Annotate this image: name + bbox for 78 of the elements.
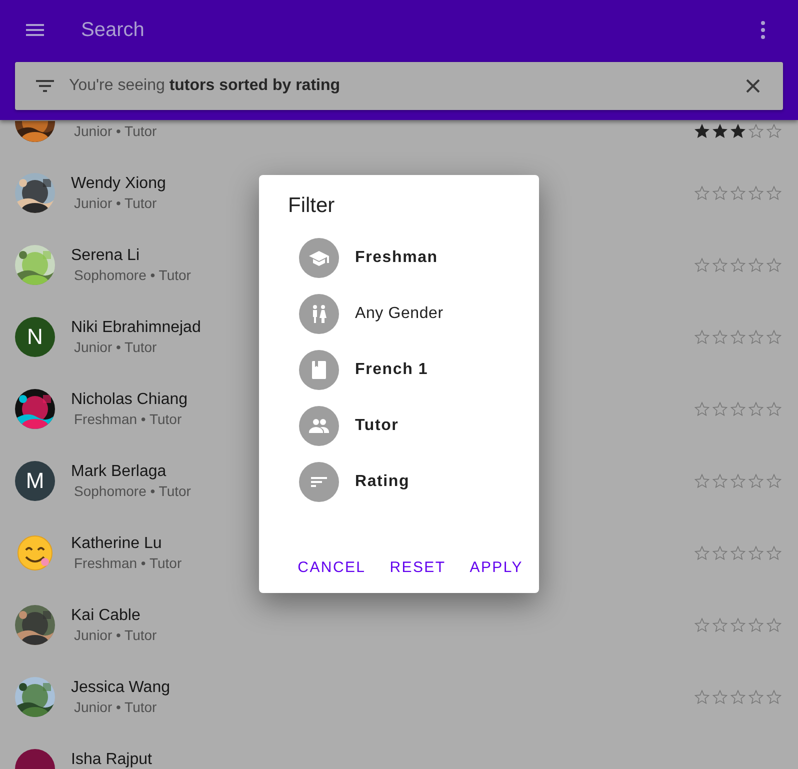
- dialog-button[interactable]: APPLY: [462, 549, 531, 585]
- tutor-details: Junior • Tutor: [73, 627, 157, 644]
- empty-star-icon: [766, 329, 782, 345]
- tutor-details: Sophomore • Tutor: [73, 267, 191, 284]
- empty-star-icon: [730, 617, 746, 633]
- empty-star-icon: [766, 473, 782, 489]
- filled-star-icon: [694, 123, 710, 139]
- empty-star-icon: [694, 329, 710, 345]
- empty-star-icon: [694, 473, 710, 489]
- filter-option[interactable]: Rating: [355, 473, 410, 491]
- empty-star-icon: [766, 123, 782, 139]
- empty-star-icon: [766, 401, 782, 417]
- empty-star-icon: [766, 185, 782, 201]
- empty-star-icon: [712, 401, 728, 417]
- empty-star-icon: [694, 401, 710, 417]
- tutor-details: Junior • Tutor: [73, 195, 157, 212]
- empty-star-icon: [766, 689, 782, 705]
- tutor-details: Sophomore • Tutor: [73, 483, 191, 500]
- empty-star-icon: [748, 185, 764, 201]
- tutor-name: Serena Li: [71, 246, 140, 265]
- empty-star-icon: [712, 473, 728, 489]
- tutor-name: Kai Cable: [71, 606, 140, 625]
- search-summary: You're seeing tutors sorted by rating: [69, 77, 342, 95]
- empty-star-icon: [730, 401, 746, 417]
- app-title: Search: [81, 18, 146, 42]
- empty-star-icon: [748, 329, 764, 345]
- empty-star-icon: [766, 545, 782, 561]
- empty-star-icon: [712, 329, 728, 345]
- letter-avatar: N: [15, 317, 55, 357]
- tutor-name: Nicholas Chiang: [71, 390, 188, 409]
- empty-star-icon: [766, 257, 782, 273]
- tutor-name: Katherine Lu: [71, 534, 162, 553]
- letter-avatar: M: [15, 461, 55, 501]
- empty-star-icon: [748, 689, 764, 705]
- empty-star-icon: [712, 545, 728, 561]
- empty-star-icon: [730, 185, 746, 201]
- empty-star-icon: [694, 185, 710, 201]
- empty-star-icon: [694, 689, 710, 705]
- empty-star-icon: [766, 617, 782, 633]
- empty-star-icon: [748, 257, 764, 273]
- empty-star-icon: [748, 473, 764, 489]
- tutor-name: Mark Berlaga: [71, 462, 166, 481]
- tutor-details: Freshman • Tutor: [73, 555, 182, 572]
- tutor-details: Junior • Tutor: [73, 339, 157, 356]
- empty-star-icon: [712, 185, 728, 201]
- empty-star-icon: [730, 329, 746, 345]
- filter-option[interactable]: French 1: [355, 361, 428, 379]
- empty-star-icon: [730, 473, 746, 489]
- tutor-name: Isha Rajput: [71, 750, 152, 769]
- tutor-name: Wendy Xiong: [71, 174, 166, 193]
- tutor-name: Niki Ebrahimnejad: [71, 318, 201, 337]
- empty-star-icon: [712, 617, 728, 633]
- search-bar[interactable]: You're seeing tutors sorted by rating: [15, 62, 783, 110]
- empty-star-icon: [730, 545, 746, 561]
- tutor-details: Junior • Tutor: [73, 699, 157, 716]
- empty-star-icon: [730, 257, 746, 273]
- empty-star-icon: [748, 401, 764, 417]
- empty-star-icon: [748, 617, 764, 633]
- filled-star-icon: [712, 123, 728, 139]
- empty-star-icon: [712, 689, 728, 705]
- tutor-details: Junior • Tutor: [73, 123, 157, 140]
- dialog-button[interactable]: CANCEL: [290, 549, 374, 585]
- filled-star-icon: [730, 123, 746, 139]
- empty-star-icon: [694, 545, 710, 561]
- filter-option[interactable]: Freshman: [355, 249, 438, 267]
- filter-option[interactable]: Any Gender: [355, 305, 444, 323]
- empty-star-icon: [730, 689, 746, 705]
- empty-star-icon: [748, 545, 764, 561]
- dialog-title: Filter: [288, 194, 335, 218]
- empty-star-icon: [694, 617, 710, 633]
- filter-option[interactable]: Tutor: [355, 417, 399, 435]
- empty-star-icon: [748, 123, 764, 139]
- empty-star-icon: [712, 257, 728, 273]
- smiley-icon: [15, 533, 55, 573]
- tutor-details: Freshman • Tutor: [73, 411, 182, 428]
- dialog-button[interactable]: RESET: [382, 549, 454, 585]
- empty-star-icon: [694, 257, 710, 273]
- tutor-name: Jessica Wang: [71, 678, 170, 697]
